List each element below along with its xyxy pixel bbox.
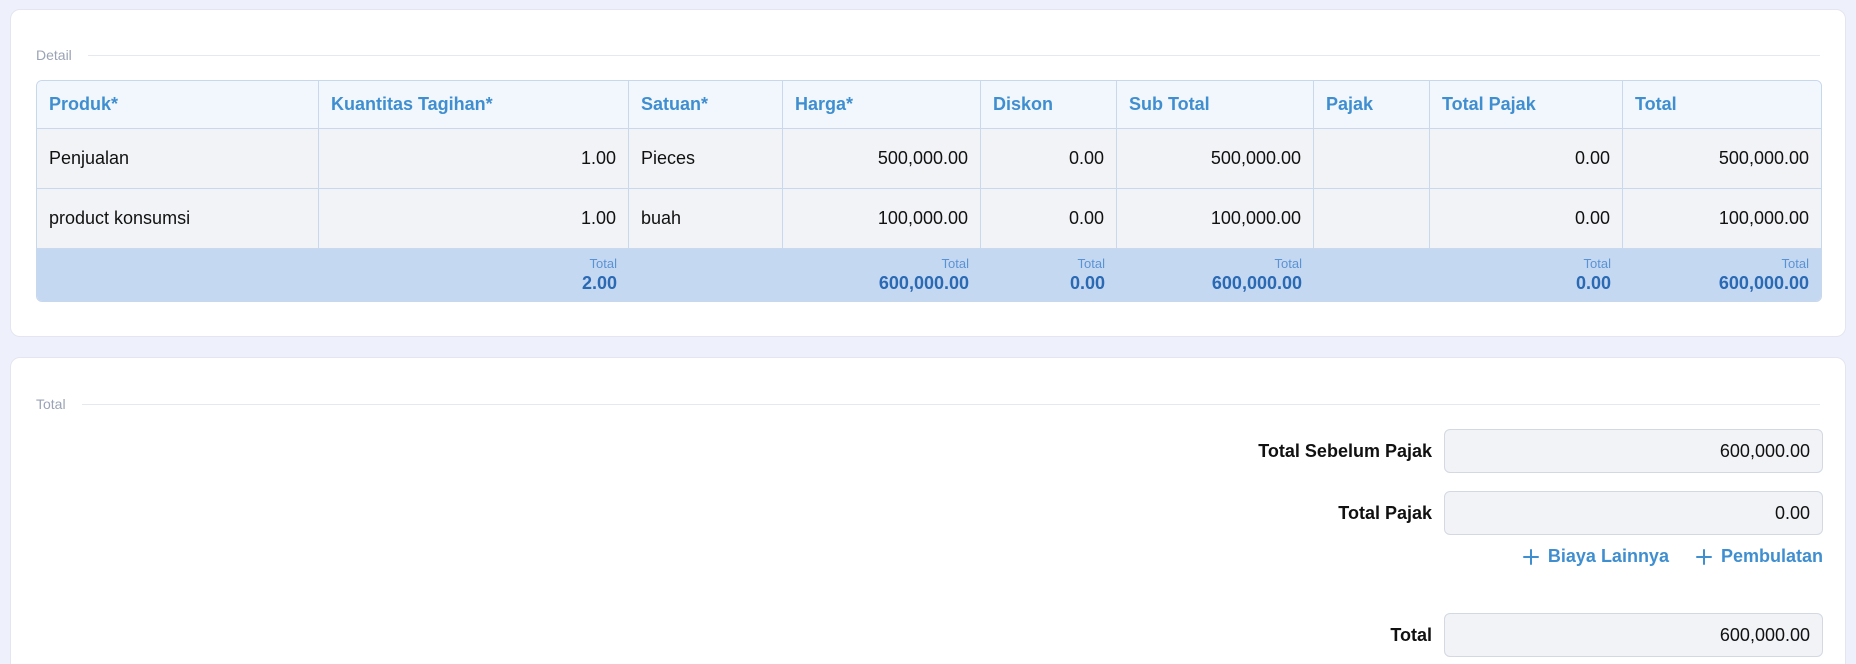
table-header-row: Produk* Kuantitas Tagihan* Satuan* Harga…	[37, 81, 1821, 129]
cell-satuan[interactable]: Pieces	[629, 129, 783, 188]
detail-section-header: Detail	[36, 47, 1820, 63]
total-before-tax-row: Total Sebelum Pajak 600,000.00	[1258, 429, 1823, 473]
footer-total-harga: Total 600,000.00	[783, 249, 981, 301]
total-before-tax-label: Total Sebelum Pajak	[1258, 440, 1432, 461]
footer-total-diskon: Total 0.00	[981, 249, 1117, 301]
column-header-total-pajak[interactable]: Total Pajak	[1430, 81, 1623, 128]
section-divider	[81, 403, 1820, 405]
add-other-costs-button[interactable]: Biaya Lainnya	[1522, 546, 1669, 567]
footer-total-quantity: Total 2.00	[319, 249, 629, 301]
footer-total-label: Total	[941, 256, 969, 271]
column-header-total[interactable]: Total	[1623, 81, 1821, 128]
cell-produk[interactable]: product konsumsi	[37, 189, 319, 248]
column-header-harga[interactable]: Harga*	[783, 81, 981, 128]
footer-total-pajak: Total 0.00	[1430, 249, 1623, 301]
cell-total: 500,000.00	[1718, 148, 1809, 168]
table-row[interactable]: Penjualan 1.00 Pieces 500,000.00 0.00 50…	[37, 129, 1821, 189]
footer-total-label: Total	[1781, 256, 1809, 271]
cell-total-pajak: 0.00	[1430, 189, 1623, 248]
cell-kuantitas[interactable]: 1.00	[319, 129, 629, 188]
footer-total-value: 600,000.00	[878, 273, 969, 293]
total-tax-field[interactable]: 0.00	[1444, 491, 1823, 535]
footer-empty	[37, 249, 319, 301]
cell-sub-total: 100,000.00	[1117, 189, 1314, 248]
add-rounding-label: Pembulatan	[1720, 546, 1823, 566]
totals-section-label: Total	[36, 396, 66, 412]
detail-table: Produk* Kuantitas Tagihan* Satuan* Harga…	[36, 80, 1822, 302]
column-header-pajak[interactable]: Pajak	[1314, 81, 1430, 128]
column-header-sub-total[interactable]: Sub Total	[1117, 81, 1314, 128]
total-tax-label: Total Pajak	[1338, 502, 1432, 523]
cell-diskon[interactable]: 0.00	[981, 189, 1117, 248]
total-tax-row: Total Pajak 0.00	[1338, 491, 1823, 535]
cell-satuan[interactable]: buah	[629, 189, 783, 248]
cell-diskon[interactable]: 0.00	[981, 129, 1117, 188]
totals-card: Total Total Sebelum Pajak 600,000.00 Tot…	[10, 357, 1846, 664]
add-rounding-button[interactable]: Pembulatan	[1695, 546, 1823, 567]
add-other-costs-label: Biaya Lainnya	[1547, 546, 1669, 566]
column-header-kuantitas-tagihan[interactable]: Kuantitas Tagihan*	[319, 81, 629, 128]
footer-total-label: Total	[1077, 256, 1105, 271]
totals-section-header: Total	[36, 396, 1820, 412]
footer-total-sub-total: Total 600,000.00	[1117, 249, 1314, 301]
footer-total-value: 600,000.00	[1718, 273, 1809, 293]
extra-actions: Biaya Lainnya Pembulatan	[1522, 546, 1823, 567]
column-header-satuan[interactable]: Satuan*	[629, 81, 783, 128]
grand-total-row: Total 600,000.00	[1390, 613, 1823, 657]
cell-total-pajak: 0.00	[1430, 129, 1623, 188]
cell-total: 100,000.00	[1718, 208, 1809, 228]
detail-section-label: Detail	[36, 47, 72, 63]
column-header-produk[interactable]: Produk*	[37, 81, 319, 128]
footer-total-label: Total	[1583, 256, 1611, 271]
cell-produk[interactable]: Penjualan	[37, 129, 319, 188]
cell-harga[interactable]: 100,000.00	[783, 189, 981, 248]
cell-pajak[interactable]	[1314, 189, 1430, 248]
cell-kuantitas[interactable]: 1.00	[319, 189, 629, 248]
total-before-tax-field[interactable]: 600,000.00	[1444, 429, 1823, 473]
footer-total-value: 0.00	[1575, 273, 1611, 293]
cell-harga[interactable]: 500,000.00	[783, 129, 981, 188]
section-divider	[87, 54, 1820, 56]
grand-total-field[interactable]: 600,000.00	[1444, 613, 1823, 657]
footer-total-label: Total	[589, 256, 617, 271]
grand-total-label: Total	[1390, 624, 1432, 645]
column-header-diskon[interactable]: Diskon	[981, 81, 1117, 128]
plus-icon	[1695, 548, 1712, 565]
footer-total-value: 2.00	[581, 273, 617, 293]
footer-total-value: 600,000.00	[1211, 273, 1302, 293]
table-row[interactable]: product konsumsi 1.00 buah 100,000.00 0.…	[37, 189, 1821, 249]
detail-card: Detail Produk* Kuantitas Tagihan* Satuan…	[10, 9, 1846, 337]
table-footer-row: Total 2.00 Total 600,000.00 Total 0.00 T…	[37, 249, 1821, 301]
footer-empty	[1314, 249, 1430, 301]
footer-total-value: 0.00	[1069, 273, 1105, 293]
footer-grand-total: Total 600,000.00	[1623, 249, 1821, 301]
footer-total-label: Total	[1274, 256, 1302, 271]
cell-sub-total: 500,000.00	[1117, 129, 1314, 188]
footer-empty	[629, 249, 783, 301]
cell-pajak[interactable]	[1314, 129, 1430, 188]
plus-icon	[1522, 548, 1539, 565]
